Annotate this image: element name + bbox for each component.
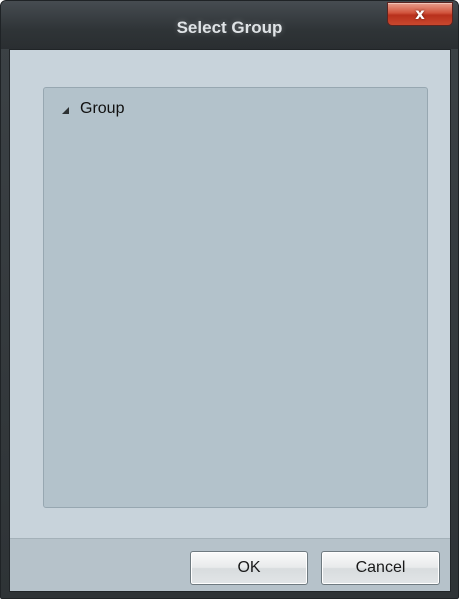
close-button[interactable]: x [387, 2, 453, 26]
expanded-triangle-icon[interactable] [62, 106, 69, 114]
dialog-body: Group OK Cancel [9, 49, 451, 592]
tree-item-label: Group [80, 100, 125, 117]
select-group-dialog: Select Group x Group OK Cancel [0, 0, 459, 599]
tree-item-group[interactable]: Group [62, 98, 124, 120]
close-icon: x [415, 4, 425, 23]
group-tree[interactable]: Group [43, 87, 428, 508]
ok-button[interactable]: OK [190, 551, 308, 585]
cancel-button[interactable]: Cancel [321, 551, 440, 585]
button-bar: OK Cancel [10, 538, 450, 591]
title-bar[interactable]: Select Group x [1, 1, 458, 49]
